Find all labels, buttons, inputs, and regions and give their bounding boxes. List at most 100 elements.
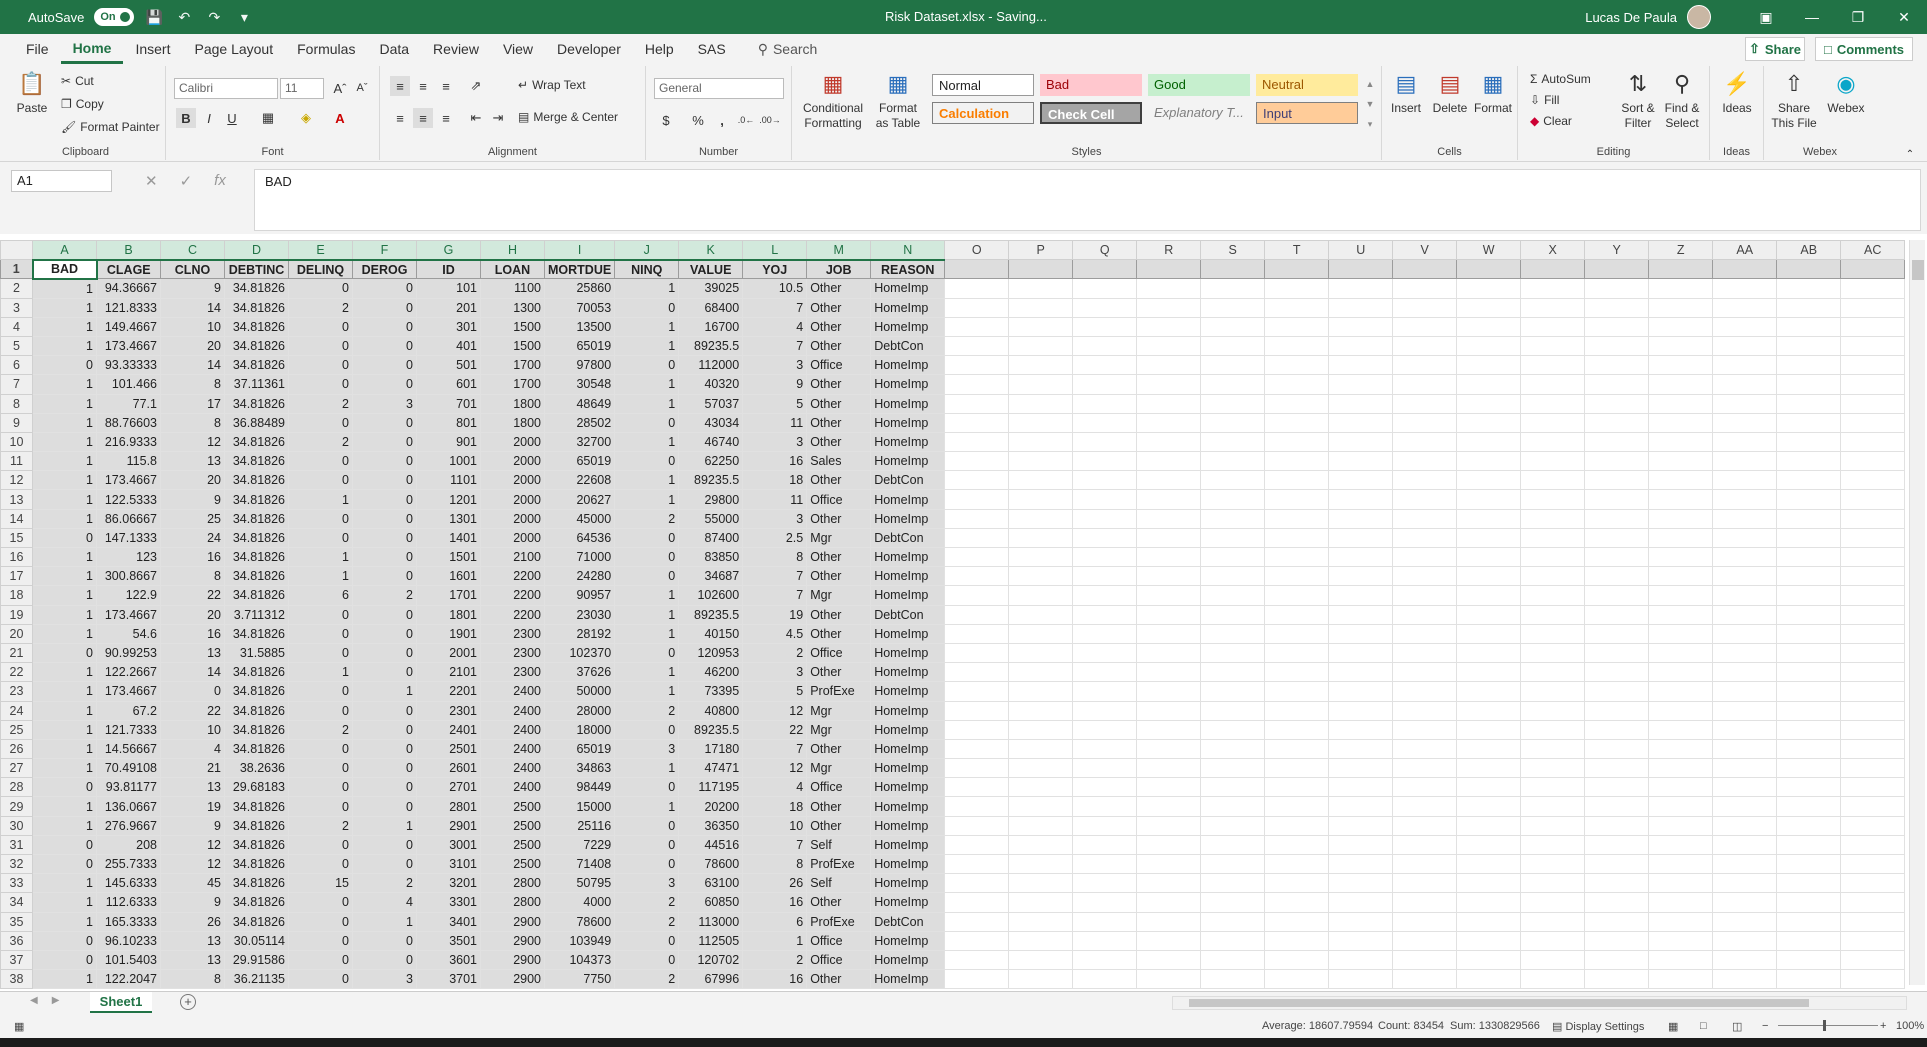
- empty-cell[interactable]: [1840, 911, 1906, 932]
- empty-cell[interactable]: [1072, 355, 1138, 376]
- empty-cell[interactable]: [1840, 451, 1906, 472]
- data-cell[interactable]: 0: [288, 796, 353, 817]
- empty-cell[interactable]: [1072, 969, 1138, 990]
- tab-help[interactable]: Help: [633, 34, 686, 64]
- data-cell[interactable]: 0: [352, 623, 417, 644]
- data-cell[interactable]: 0: [352, 508, 417, 529]
- user-name[interactable]: Lucas De Paula: [1585, 10, 1677, 25]
- data-cell[interactable]: 22: [742, 719, 808, 740]
- empty-cell[interactable]: [1648, 355, 1714, 376]
- empty-cell[interactable]: [1264, 815, 1330, 836]
- sheet-tab-sheet1[interactable]: Sheet1: [90, 992, 152, 1013]
- empty-cell[interactable]: [1328, 738, 1394, 760]
- data-cell[interactable]: 1: [32, 700, 97, 721]
- empty-cell[interactable]: [1840, 259, 1906, 280]
- empty-cell[interactable]: [1072, 412, 1138, 433]
- data-cell[interactable]: DebtCon: [870, 527, 946, 549]
- empty-cell[interactable]: [1840, 642, 1906, 664]
- empty-cell[interactable]: [1456, 508, 1522, 529]
- data-cell[interactable]: 0: [614, 451, 680, 472]
- empty-cell[interactable]: [1392, 758, 1458, 779]
- data-cell[interactable]: HomeImp: [870, 355, 946, 376]
- empty-cell[interactable]: [1648, 700, 1714, 721]
- empty-cell[interactable]: [1456, 796, 1522, 817]
- empty-cell[interactable]: [1200, 297, 1266, 318]
- font-size-select[interactable]: 11: [280, 78, 324, 99]
- empty-cell[interactable]: [944, 738, 1010, 760]
- vertical-scroll-thumb[interactable]: [1912, 260, 1924, 280]
- data-cell[interactable]: 0: [32, 853, 97, 875]
- data-cell[interactable]: 1: [614, 470, 680, 491]
- data-cell[interactable]: 2: [288, 431, 353, 453]
- empty-cell[interactable]: [1392, 431, 1458, 453]
- data-cell[interactable]: 87400: [678, 527, 744, 549]
- data-cell[interactable]: Other: [806, 969, 872, 990]
- empty-cell[interactable]: [1456, 623, 1522, 644]
- empty-cell[interactable]: [1072, 527, 1138, 549]
- empty-cell[interactable]: [1264, 777, 1330, 798]
- data-cell[interactable]: 2200: [480, 585, 545, 606]
- save-icon[interactable]: 💾: [144, 9, 164, 26]
- data-cell[interactable]: 0: [32, 834, 97, 856]
- row-header[interactable]: 23: [0, 681, 33, 702]
- minimize-icon[interactable]: —: [1789, 0, 1835, 34]
- empty-cell[interactable]: [1328, 719, 1394, 740]
- row-header[interactable]: 10: [0, 431, 33, 453]
- data-cell[interactable]: Other: [806, 470, 872, 491]
- data-cell[interactable]: 147.1333: [96, 527, 161, 549]
- empty-cell[interactable]: [1712, 969, 1778, 990]
- data-cell[interactable]: DebtCon: [870, 911, 946, 932]
- empty-cell[interactable]: [1136, 623, 1202, 644]
- empty-cell[interactable]: [1072, 853, 1138, 875]
- empty-cell[interactable]: [1008, 758, 1074, 779]
- empty-cell[interactable]: [1200, 546, 1266, 568]
- empty-cell[interactable]: [1712, 297, 1778, 318]
- data-cell[interactable]: 0: [614, 815, 680, 836]
- font-color-icon[interactable]: A: [330, 108, 350, 128]
- data-cell[interactable]: 1001: [416, 451, 481, 472]
- empty-cell[interactable]: [1776, 700, 1842, 721]
- data-cell[interactable]: 50795: [543, 873, 616, 894]
- empty-cell[interactable]: [1840, 623, 1906, 644]
- data-cell[interactable]: 2: [614, 700, 680, 721]
- data-cell[interactable]: 2: [614, 969, 680, 990]
- data-cell[interactable]: 0: [160, 681, 225, 702]
- empty-cell[interactable]: [1136, 451, 1202, 472]
- data-cell[interactable]: 0: [352, 930, 417, 951]
- header-cell[interactable]: REASON: [870, 259, 946, 280]
- data-cell[interactable]: 65019: [543, 738, 616, 760]
- data-cell[interactable]: 0: [352, 335, 417, 357]
- empty-cell[interactable]: [1264, 700, 1330, 721]
- empty-cell[interactable]: [1584, 758, 1650, 779]
- empty-cell[interactable]: [1520, 412, 1586, 433]
- row-header[interactable]: 31: [0, 834, 33, 856]
- empty-cell[interactable]: [1392, 930, 1458, 951]
- empty-cell[interactable]: [1648, 546, 1714, 568]
- row-header[interactable]: 22: [0, 662, 33, 683]
- empty-cell[interactable]: [1200, 451, 1266, 472]
- data-cell[interactable]: 37626: [543, 662, 616, 683]
- data-cell[interactable]: HomeImp: [870, 412, 946, 433]
- data-cell[interactable]: 0: [352, 470, 417, 491]
- data-cell[interactable]: 89235.5: [678, 719, 744, 740]
- data-cell[interactable]: 5: [742, 393, 808, 414]
- data-cell[interactable]: Other: [806, 662, 872, 683]
- data-cell[interactable]: HomeImp: [870, 393, 946, 414]
- empty-cell[interactable]: [1776, 834, 1842, 856]
- column-header[interactable]: H: [480, 239, 545, 261]
- data-cell[interactable]: 1: [614, 316, 680, 337]
- empty-cell[interactable]: [1328, 949, 1394, 971]
- style-explanatory[interactable]: Explanatory T...: [1148, 102, 1250, 124]
- empty-cell[interactable]: [1328, 316, 1394, 337]
- empty-cell[interactable]: [1712, 412, 1778, 433]
- empty-cell[interactable]: [1520, 604, 1586, 625]
- data-cell[interactable]: 40320: [678, 374, 744, 395]
- empty-cell[interactable]: [1200, 853, 1266, 875]
- empty-cell[interactable]: [1072, 758, 1138, 779]
- empty-cell[interactable]: [1328, 604, 1394, 625]
- empty-cell[interactable]: [1136, 738, 1202, 760]
- empty-cell[interactable]: [1584, 470, 1650, 491]
- empty-cell[interactable]: [1264, 911, 1330, 932]
- empty-cell[interactable]: [1200, 911, 1266, 932]
- data-cell[interactable]: 77.1: [96, 393, 161, 414]
